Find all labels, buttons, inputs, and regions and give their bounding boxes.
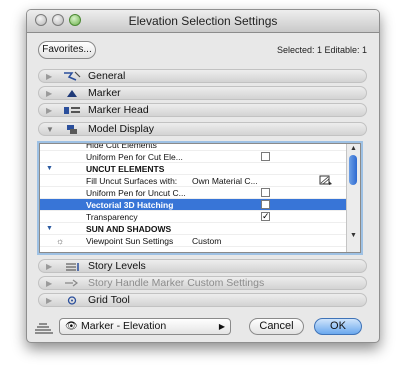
transparency-checkbox[interactable]: ✓ — [261, 212, 270, 221]
group-header-sun[interactable]: ▼ SUN AND SHADOWS — [40, 223, 347, 235]
list-item[interactable]: Transparency ✓ — [40, 211, 347, 223]
favorites-button[interactable]: Favorites... — [38, 41, 96, 59]
settings-dialog: Elevation Selection Settings Favorites..… — [26, 9, 380, 343]
row-label: Viewpoint Sun Settings — [86, 236, 174, 246]
list-item-selected[interactable]: Vectorial 3D Hatching — [40, 199, 347, 211]
marker-icon — [67, 90, 77, 97]
marker-view-popup[interactable]: 👁 Marker - Elevation ▶ — [59, 318, 231, 335]
disclosure-triangle-open-icon[interactable]: ▼ — [46, 125, 54, 134]
disclosure-triangle-icon[interactable]: ▶ — [46, 279, 52, 288]
group-collapse-icon[interactable]: ▼ — [46, 163, 53, 175]
marker-head-icon — [64, 107, 80, 114]
popup-value: Marker - Elevation — [81, 320, 167, 332]
grid-tool-icon — [67, 296, 77, 305]
row-label: Transparency — [86, 212, 138, 222]
selection-info: Selected: 1 Editable: 1 — [276, 45, 367, 55]
row-label: UNCUT ELEMENTS — [86, 164, 165, 174]
model-display-list[interactable]: Hide Cut Elements Uniform Pen for Cut El… — [39, 143, 361, 253]
disclosure-triangle-icon[interactable]: ▶ — [46, 262, 52, 271]
cancel-button[interactable]: Cancel — [249, 318, 304, 335]
section-story-handle-marker[interactable]: ▶ Story Handle Marker Custom Settings — [38, 276, 367, 290]
group-header-uncut[interactable]: ▼ UNCUT ELEMENTS — [40, 163, 347, 175]
row-label: Uniform Pen for Uncut C... — [86, 188, 186, 198]
scroll-down-arrow-icon[interactable]: ▼ — [350, 232, 357, 239]
section-model-display[interactable]: ▼ Model Display — [38, 122, 367, 136]
list-item[interactable]: Fill Uncut Surfaces with: Own Material C… — [40, 175, 347, 187]
list-item[interactable]: Uniform Pen for Cut Ele... — [40, 151, 347, 163]
story-handle-icon — [65, 279, 78, 287]
vertical-scrollbar[interactable]: ▲ ▼ — [346, 144, 360, 252]
disclosure-triangle-icon[interactable]: ▶ — [46, 296, 52, 305]
section-marker[interactable]: ▶ Marker — [38, 86, 367, 100]
group-collapse-icon[interactable]: ▼ — [46, 223, 53, 235]
row-label: Uniform Pen for Cut Ele... — [86, 152, 183, 162]
window-title: Elevation Selection Settings — [128, 14, 278, 28]
row-label: Fill Uncut Surfaces with: — [86, 176, 178, 186]
section-label: Model Display — [88, 123, 154, 135]
section-general[interactable]: ▶ General — [38, 69, 367, 83]
uniform-pen-uncut-checkbox[interactable] — [261, 188, 270, 197]
vectorial-hatching-checkbox[interactable] — [261, 200, 270, 209]
general-icon — [64, 71, 81, 81]
scroll-up-arrow-icon[interactable]: ▲ — [350, 145, 357, 152]
scrollbar-thumb[interactable] — [349, 155, 357, 185]
section-grid-tool[interactable]: ▶ Grid Tool — [38, 293, 367, 307]
story-levels-icon — [66, 263, 79, 271]
disclosure-triangle-icon[interactable]: ▶ — [46, 106, 52, 115]
disclosure-triangle-icon[interactable]: ▶ — [46, 89, 52, 98]
disclosure-triangle-icon[interactable]: ▶ — [46, 72, 52, 81]
section-marker-head[interactable]: ▶ Marker Head — [38, 103, 367, 117]
uniform-pen-cut-checkbox[interactable] — [261, 152, 270, 161]
elevation-tool-icon — [35, 323, 53, 334]
row-value[interactable]: Own Material C... — [192, 175, 258, 187]
ok-button[interactable]: OK — [314, 318, 362, 335]
model-display-icon — [67, 125, 77, 134]
section-label: Story Handle Marker Custom Settings — [88, 277, 265, 289]
section-label: Marker — [88, 87, 121, 99]
row-value[interactable]: Custom — [192, 235, 221, 247]
section-label: Marker Head — [88, 104, 149, 116]
row-label: Hide Cut Elements — [86, 143, 157, 150]
section-label: Story Levels — [88, 260, 146, 272]
section-story-levels[interactable]: ▶ Story Levels — [38, 259, 367, 273]
list-item[interactable]: Uniform Pen for Uncut C... — [40, 187, 347, 199]
section-label: General — [88, 70, 126, 82]
list-item[interactable]: ☼ Viewpoint Sun Settings Custom — [40, 235, 347, 247]
title-bar[interactable]: Elevation Selection Settings — [27, 10, 379, 33]
popup-arrow-icon: ▶ — [218, 322, 225, 331]
row-label: Vectorial 3D Hatching — [86, 200, 174, 210]
sun-icon: ☼ — [56, 236, 65, 246]
list-item[interactable]: Hide Cut Elements — [40, 143, 347, 151]
fill-picker-icon[interactable] — [319, 175, 333, 186]
eye-icon: 👁 — [65, 321, 78, 332]
section-label: Grid Tool — [88, 294, 130, 306]
row-label: SUN AND SHADOWS — [86, 224, 172, 234]
